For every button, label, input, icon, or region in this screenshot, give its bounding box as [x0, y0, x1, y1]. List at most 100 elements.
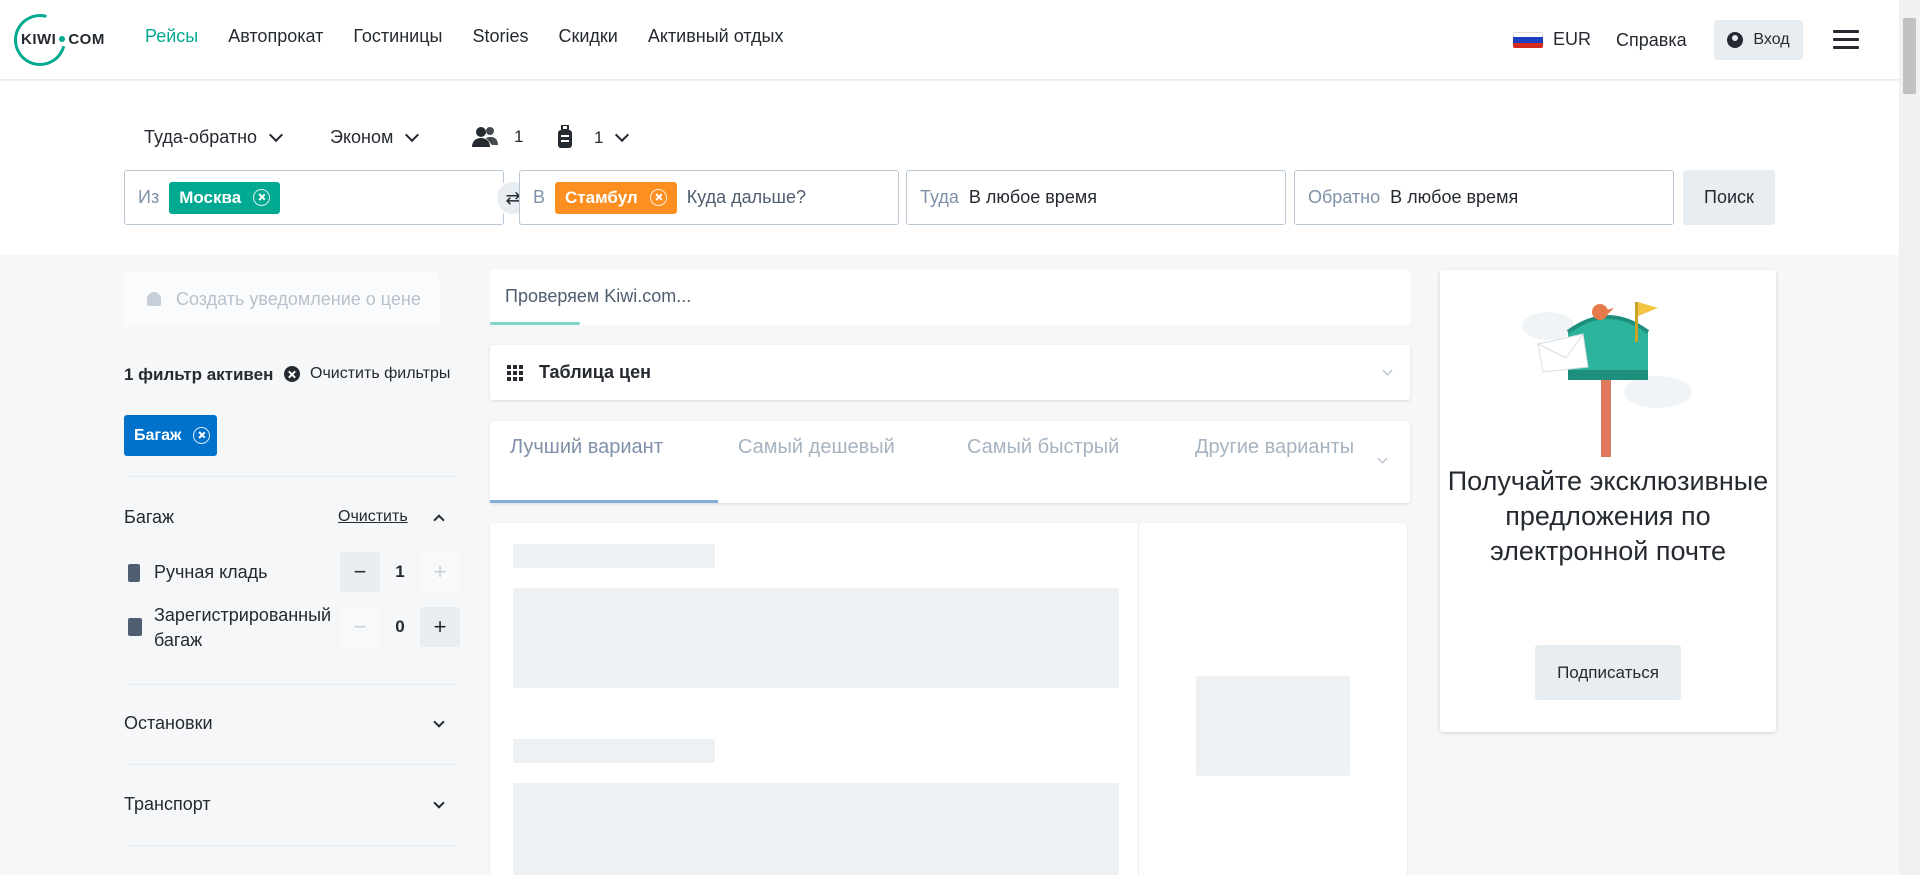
nav-hotels[interactable]: Гостиницы: [353, 26, 442, 47]
transport-section-title[interactable]: Транспорт: [124, 794, 211, 815]
bags-select[interactable]: 1: [558, 125, 630, 151]
tab-best[interactable]: Лучший вариант: [490, 421, 718, 503]
checked-bag-stepper: − 0 +: [340, 607, 460, 647]
active-tab-underline: [490, 500, 718, 503]
progress-indicator: [490, 322, 580, 325]
passengers-select[interactable]: 1: [472, 126, 523, 148]
user-icon: [1727, 32, 1744, 48]
login-button[interactable]: Вход: [1714, 20, 1803, 60]
main-nav: Рейсы Автопрокат Гостиницы Stories Скидк…: [145, 26, 813, 47]
divider: [1138, 523, 1139, 875]
mailbox-illustration-icon: [1522, 302, 1692, 457]
departure-date-field[interactable]: Туда В любое время: [906, 170, 1286, 225]
decrement-button[interactable]: −: [340, 552, 380, 592]
menu-hamburger-icon[interactable]: [1833, 30, 1859, 50]
search-button[interactable]: Поиск: [1683, 170, 1775, 225]
divider: [124, 764, 460, 765]
bags-section-title[interactable]: Багаж: [124, 507, 174, 528]
bags-count: 1: [594, 128, 604, 147]
logo-dot-icon: [59, 35, 66, 42]
luggage-icon: [558, 125, 572, 148]
nav-activities[interactable]: Активный отдых: [648, 26, 784, 47]
to-chip[interactable]: Стамбул: [555, 181, 677, 214]
promo-headline: Получайте эксклюзивные предложения по эл…: [1447, 466, 1769, 566]
login-label: Вход: [1753, 31, 1790, 48]
to-placeholder[interactable]: Куда дальше?: [687, 187, 806, 208]
grid-icon: [507, 364, 523, 381]
chevron-down-icon: [615, 127, 630, 143]
checking-label: Проверяем Kiwi.com...: [505, 286, 692, 306]
divider: [124, 476, 460, 477]
divider: [124, 684, 460, 685]
chevron-down-icon: [1382, 365, 1393, 376]
from-chip-label: Москва: [179, 187, 242, 207]
checked-bag-icon: [128, 618, 142, 636]
active-filters-count: 1 фильтр активен: [124, 365, 274, 384]
cabin-class-label: Эконом: [330, 127, 394, 147]
skeleton-price: [1196, 676, 1350, 776]
clear-filters-label: Очистить фильтры: [310, 365, 451, 382]
result-card-skeleton: [490, 523, 1407, 875]
skeleton-block: [513, 783, 1119, 875]
to-label: В: [533, 187, 546, 207]
divider: [124, 845, 460, 846]
currency-selector[interactable]: EUR: [1553, 29, 1591, 50]
skeleton-block: [513, 588, 1119, 688]
chevron-up-icon[interactable]: [433, 514, 445, 526]
decrement-button[interactable]: −: [340, 607, 380, 647]
checked-bag-value: 0: [395, 617, 405, 636]
tab-cheapest[interactable]: Самый дешевый: [738, 421, 895, 503]
price-table-toggle[interactable]: Таблица цен: [490, 345, 1410, 400]
filter-chip-label: Багаж: [134, 426, 182, 444]
from-chip[interactable]: Москва: [169, 181, 281, 214]
remove-chip-icon[interactable]: [649, 189, 667, 206]
price-alert-button[interactable]: Создать уведомление о цене: [124, 272, 439, 326]
from-field[interactable]: Из Москва: [124, 170, 504, 225]
remove-chip-icon[interactable]: [253, 189, 271, 206]
russia-flag-icon[interactable]: [1513, 32, 1543, 48]
top-header: KIWI COM Рейсы Автопрокат Гостиницы Stori…: [0, 0, 1899, 80]
newsletter-promo: Получайте эксклюзивные предложения по эл…: [1440, 270, 1776, 732]
to-field[interactable]: В Стамбул Куда дальше?: [519, 170, 899, 225]
search-form: Туда-обратно Эконом 1 1 Из Москва ⇄ В Ст…: [0, 81, 1899, 255]
increment-button[interactable]: +: [420, 552, 460, 592]
chevron-down-icon[interactable]: [1377, 453, 1388, 464]
return-date-field[interactable]: Обратно В любое время: [1294, 170, 1674, 225]
trip-type-label: Туда-обратно: [144, 127, 258, 147]
nav-flights[interactable]: Рейсы: [145, 26, 198, 47]
scrollbar-thumb[interactable]: [1903, 18, 1916, 94]
bags-clear-link[interactable]: Очистить: [338, 508, 408, 526]
nav-deals[interactable]: Скидки: [558, 26, 617, 47]
sort-tabs: Лучший вариант Самый дешевый Самый быстр…: [490, 421, 1410, 503]
tab-best-label: Лучший вариант: [510, 436, 663, 458]
price-alert-label: Создать уведомление о цене: [176, 288, 421, 309]
hand-luggage-stepper: − 1 +: [340, 552, 460, 592]
kiwi-logo[interactable]: KIWI COM: [4, 4, 118, 76]
skeleton-line: [513, 739, 715, 763]
remove-chip-icon[interactable]: [193, 427, 211, 444]
active-filter-chip-bags[interactable]: Багаж: [124, 415, 217, 456]
stops-section-title[interactable]: Остановки: [124, 713, 213, 734]
chevron-down-icon[interactable]: [433, 716, 445, 728]
nav-stories[interactable]: Stories: [472, 26, 528, 47]
hand-luggage-value: 1: [395, 562, 405, 581]
chevron-down-icon: [405, 127, 420, 142]
chevron-down-icon: [268, 127, 284, 142]
logo-text-kiwi: KIWI: [21, 31, 57, 48]
tab-fastest[interactable]: Самый быстрый: [967, 421, 1119, 503]
checked-bag-label: Зарегистрированный багаж: [154, 605, 332, 650]
subscribe-button[interactable]: Подписаться: [1535, 645, 1681, 700]
passengers-icon: [472, 127, 498, 147]
cabin-class-select[interactable]: Эконом: [330, 127, 420, 148]
hand-luggage-icon: [128, 564, 140, 582]
nav-car-rental[interactable]: Автопрокат: [228, 26, 323, 47]
increment-button[interactable]: +: [420, 607, 460, 647]
page-scrollbar[interactable]: [1899, 0, 1920, 875]
chevron-down-icon[interactable]: [433, 797, 445, 809]
help-link[interactable]: Справка: [1616, 30, 1687, 51]
tab-other[interactable]: Другие варианты: [1195, 421, 1354, 503]
return-value: В любое время: [1390, 187, 1519, 207]
trip-type-select[interactable]: Туда-обратно: [144, 127, 284, 148]
from-label: Из: [138, 187, 160, 207]
clear-filters-button[interactable]: Очистить фильтры: [284, 365, 450, 383]
